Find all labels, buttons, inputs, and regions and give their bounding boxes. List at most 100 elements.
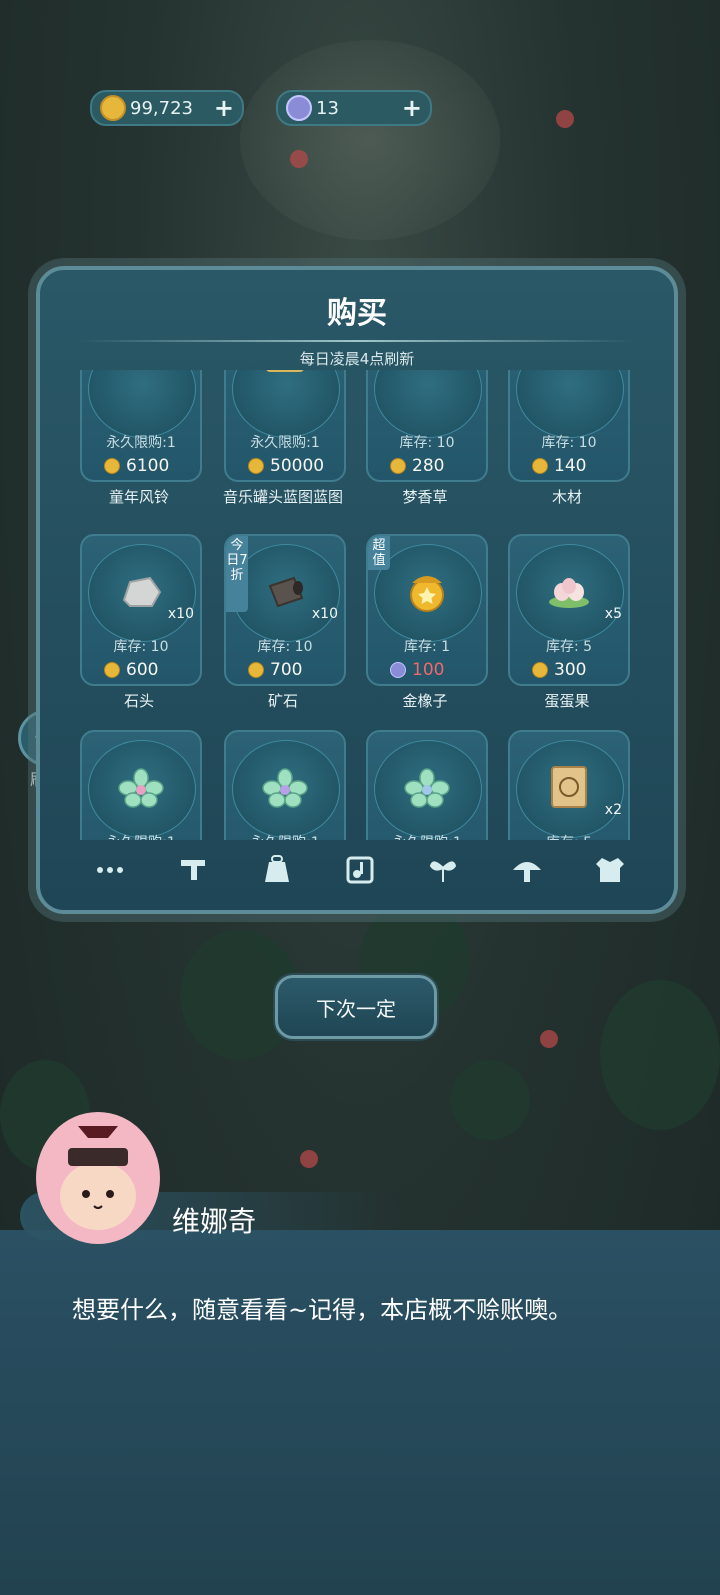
clothing-tab[interactable] (163, 850, 223, 890)
coin-balance[interactable]: 99,723 + (90, 90, 244, 126)
item-stock: 库存: 5 (545, 639, 593, 655)
plant-icon (430, 861, 457, 882)
npc-avatar (36, 1112, 160, 1244)
moon-amount: 13 (316, 97, 339, 119)
coin-icon (532, 662, 548, 678)
item-card: x5 库存: 5 300 (508, 534, 630, 686)
item-stock: 库存: 10 (257, 639, 313, 655)
item-price: 100 (390, 660, 444, 680)
wood-icon (544, 370, 594, 378)
music-icon (346, 856, 374, 884)
coin-amount: 99,723 (130, 97, 193, 119)
red-flower (290, 150, 308, 168)
item-stock: 库存: 10 (113, 639, 169, 655)
plant-tab[interactable] (413, 850, 473, 890)
item-card: 永久限购:1 80000 (366, 730, 488, 840)
item-card: 折 x10 库存: 10 140 (508, 370, 630, 482)
add-coins-button[interactable]: + (214, 94, 234, 122)
item-card: x10 库存: 10 600 (80, 534, 202, 686)
coin-icon (248, 458, 264, 474)
more-icon (97, 867, 123, 873)
price-value: 50000 (270, 456, 325, 476)
flower-icon (118, 768, 164, 808)
item-price: 700 (248, 660, 302, 680)
price-value: 100 (412, 660, 445, 680)
flower-icon (404, 768, 450, 808)
moon-icon (286, 95, 312, 121)
pants-icon (181, 860, 206, 880)
item-price: 50000 (248, 456, 324, 476)
red-flower (300, 1150, 318, 1168)
item-stock: 永久限购:1 (368, 832, 486, 840)
item-quantity: x2 (604, 802, 622, 818)
price-value: 280 (412, 456, 445, 476)
music-tab[interactable] (330, 850, 390, 890)
red-flower (540, 1030, 558, 1048)
coin-icon (390, 458, 406, 474)
flower-icon (262, 768, 308, 808)
item-name: 金橡子 (402, 692, 448, 710)
item-stock: 库存: 5 (510, 832, 628, 840)
item-price: 140 (532, 456, 586, 476)
more-tab[interactable] (80, 850, 140, 890)
shop-panel: 购买 每日凌晨4点刷新 永久限购:1 6100 童年风铃 永久限购:1 5000… (36, 266, 678, 914)
gold-coin-icon (100, 95, 126, 121)
item-card: 今日7折 x10 库存: 10 700 (224, 534, 346, 686)
item-card: 永久限购:1 50000 (224, 370, 346, 482)
egg-fruit-icon (549, 578, 589, 608)
music-can-blueprint-icon (266, 370, 304, 372)
panel-title: 购买 (327, 296, 387, 331)
item-name: 蛋蛋果 (544, 692, 590, 710)
item-stock: 库存: 1 (403, 639, 451, 655)
item-name: 童年风铃 (108, 488, 169, 506)
item-price: 600 (104, 660, 158, 680)
item-price: 300 (532, 660, 586, 680)
add-moons-button[interactable]: + (402, 94, 422, 122)
next-time-button[interactable]: 下次一定 (275, 975, 437, 1039)
dream-herb-icon (402, 370, 452, 378)
dialog-box[interactable] (0, 1230, 720, 1595)
item-disc (516, 370, 624, 438)
coin-icon (532, 458, 548, 474)
bush (450, 1060, 530, 1140)
bag-icon (264, 855, 289, 882)
item-quantity: x10 (167, 606, 194, 622)
item-stock: 永久限购:1 (82, 832, 200, 840)
item-grid[interactable]: 永久限购:1 6100 童年风铃 永久限购:1 50000 音乐罐头蓝图蓝图 库… (80, 370, 640, 840)
item-name: 音乐罐头蓝图蓝图 (222, 488, 343, 506)
category-tabs (80, 844, 640, 896)
item-card: 永久限购:1 25000 (80, 730, 202, 840)
price-value: 300 (554, 660, 587, 680)
item-card: x2 库存: 5 240 (508, 730, 630, 840)
item-stock: 库存: 10 (399, 435, 455, 451)
bag-tab[interactable] (247, 850, 307, 890)
item-stock: 库存: 10 (541, 435, 597, 451)
value-tag: 超值 (368, 536, 390, 570)
coin-icon (104, 458, 120, 474)
outfit-tab[interactable] (580, 850, 640, 890)
shirt-icon (595, 858, 624, 882)
item-disc (374, 370, 482, 438)
wind-chime-icon (116, 370, 166, 382)
refresh-note: 每日凌晨4点刷新 (299, 350, 415, 368)
item-name: 石头 (123, 692, 154, 710)
mushroom-tab[interactable] (497, 850, 557, 890)
tree-canopy (600, 980, 720, 1130)
moon-icon (390, 662, 406, 678)
item-name: 矿石 (267, 692, 298, 710)
item-price: 280 (390, 456, 444, 476)
coin-icon (248, 662, 264, 678)
item-quantity: x10 (311, 606, 338, 622)
mushroom-icon (512, 862, 541, 882)
item-stock: 永久限购:1 (250, 435, 320, 451)
item-stock: 永久限购:1 (226, 832, 344, 840)
golden-acorn-icon (410, 576, 444, 612)
moon-balance[interactable]: 13 + (276, 90, 432, 126)
price-value: 600 (126, 660, 159, 680)
item-stock: 永久限购:1 (106, 435, 176, 451)
item-card: 永久限购:1 6100 (80, 370, 202, 482)
item-quantity: x5 (604, 606, 622, 622)
speaker-name: 维娜奇 (172, 1205, 257, 1238)
fruit-crate-icon (551, 766, 587, 808)
discount-tag: 今日7折 (226, 536, 248, 612)
